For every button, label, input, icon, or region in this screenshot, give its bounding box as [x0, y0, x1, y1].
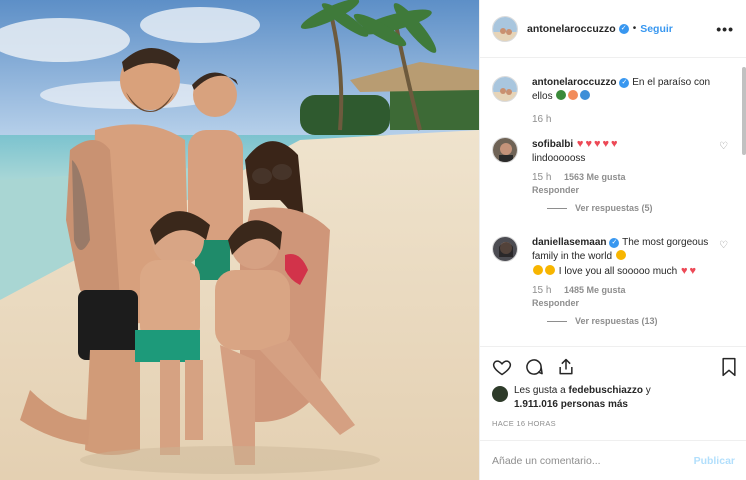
replies-divider	[547, 320, 567, 322]
comments-list[interactable]: antonelaroccuzzo ✓ En el paraíso con ello…	[480, 59, 746, 347]
bookmark-icon[interactable]	[720, 357, 738, 380]
heart-icon[interactable]	[492, 357, 512, 380]
heart-eyes-emoji	[533, 265, 543, 275]
add-comment-bar: Añade un comentario... Publicar	[480, 440, 746, 480]
comments-scrollbar[interactable]	[742, 67, 746, 155]
caption-body: antonelaroccuzzo ✓ En el paraíso con ello…	[532, 76, 728, 104]
comment-time[interactable]: 15 h	[532, 285, 551, 296]
publish-button[interactable]: Publicar	[694, 455, 735, 467]
comment-body: sofibalbi ♥ ♥ ♥ ♥ ♥ lindoooooss	[532, 137, 728, 166]
reply-button[interactable]: Responder	[532, 298, 728, 308]
comment-text: lindoooooss	[532, 153, 586, 164]
more-options-icon[interactable]: •••	[716, 21, 734, 37]
heart-emoji: ♥	[602, 138, 610, 150]
liked-by-prefix: Les gusta a	[514, 385, 566, 396]
comment-text-part2: I love you all sooooo much	[558, 266, 678, 277]
commenter-avatar[interactable]	[492, 137, 518, 163]
verified-badge-icon: ✓	[619, 78, 630, 88]
heart-emoji: ♥	[680, 265, 688, 277]
heart-emoji: ♥	[593, 138, 601, 150]
follow-button[interactable]: Seguir	[640, 23, 673, 35]
liked-by-user[interactable]: fedebuschiazzo	[569, 385, 643, 396]
replies-divider	[547, 207, 567, 209]
heart-emoji: ♥	[689, 265, 697, 277]
comment-time[interactable]: 15 h	[532, 172, 551, 183]
comment-body: daniellasemaan ✓ The most gorgeous family…	[532, 236, 728, 279]
view-replies-button[interactable]: Ver respuestas (13)	[547, 316, 728, 326]
caption-username[interactable]: antonelaroccuzzo	[532, 77, 616, 88]
liker-avatar[interactable]	[492, 386, 508, 402]
like-comment-heart-icon[interactable]: ♡	[719, 141, 728, 152]
comment-likes[interactable]: 1563 Me gusta	[564, 172, 626, 182]
view-replies-button[interactable]: Ver respuestas (5)	[547, 203, 728, 213]
heart-emoji: ♥	[611, 138, 618, 150]
instagram-post-view: antonelaroccuzzo ✓ • Seguir ••• antonela…	[0, 0, 746, 480]
shell-emoji	[568, 90, 579, 100]
share-icon[interactable]	[556, 357, 576, 380]
post-timestamp[interactable]: HACE 16 HORAS	[492, 419, 556, 428]
caption-author-avatar[interactable]	[492, 76, 518, 102]
comment-meta: 15 h 1563 Me gusta Responder	[532, 172, 728, 195]
heart-eyes-emoji	[545, 265, 555, 275]
palm-tree-emoji	[556, 90, 567, 100]
beach-family-photo	[0, 0, 479, 480]
heart-eyes-emoji	[615, 250, 626, 260]
wave-emoji	[580, 90, 591, 100]
post-side-panel: antonelaroccuzzo ✓ • Seguir ••• antonela…	[479, 0, 746, 480]
comment-meta: 15 h 1485 Me gusta Responder	[532, 285, 728, 308]
verified-badge-icon: ✓	[609, 238, 620, 248]
comment-item: sofibalbi ♥ ♥ ♥ ♥ ♥ lindoooooss ♡ 15 h 1563 …	[492, 137, 728, 213]
heart-emoji: ♥	[585, 138, 592, 150]
caption-meta: 16 h	[532, 114, 728, 125]
caption-time[interactable]: 16 h	[532, 114, 551, 125]
liked-by-conj: y	[645, 385, 651, 396]
caption: antonelaroccuzzo ✓ En el paraíso con ello…	[492, 76, 728, 125]
like-comment-heart-icon[interactable]: ♡	[719, 240, 728, 251]
commenter-avatar[interactable]	[492, 236, 518, 262]
comment-item: daniellasemaan ✓ The most gorgeous family…	[492, 236, 728, 326]
heart-emoji: ♥	[576, 138, 584, 150]
post-action-bar	[492, 356, 738, 380]
post-header: antonelaroccuzzo ✓ • Seguir •••	[480, 0, 746, 58]
view-replies-label: Ver respuestas (13)	[575, 316, 658, 326]
likes-count[interactable]: 1.911.016 personas más	[514, 399, 628, 410]
post-photo[interactable]	[0, 0, 479, 480]
verified-badge-icon: ✓	[618, 23, 629, 34]
comment-input[interactable]: Añade un comentario...	[492, 455, 694, 467]
comment-icon[interactable]	[524, 357, 544, 380]
author-avatar[interactable]	[492, 15, 518, 42]
separator-dot: •	[632, 23, 637, 34]
comment-username[interactable]: daniellasemaan	[532, 237, 606, 248]
author-username[interactable]: antonelaroccuzzo	[527, 23, 616, 35]
view-replies-label: Ver respuestas (5)	[575, 203, 653, 213]
comment-username[interactable]: sofibalbi	[532, 139, 573, 150]
liked-by-text: Les gusta a fedebuschiazzo y 1.911.016 p…	[514, 384, 651, 412]
comment-likes[interactable]: 1485 Me gusta	[564, 285, 626, 295]
liked-by-section: Les gusta a fedebuschiazzo y 1.911.016 p…	[492, 384, 738, 412]
reply-button[interactable]: Responder	[532, 185, 728, 195]
